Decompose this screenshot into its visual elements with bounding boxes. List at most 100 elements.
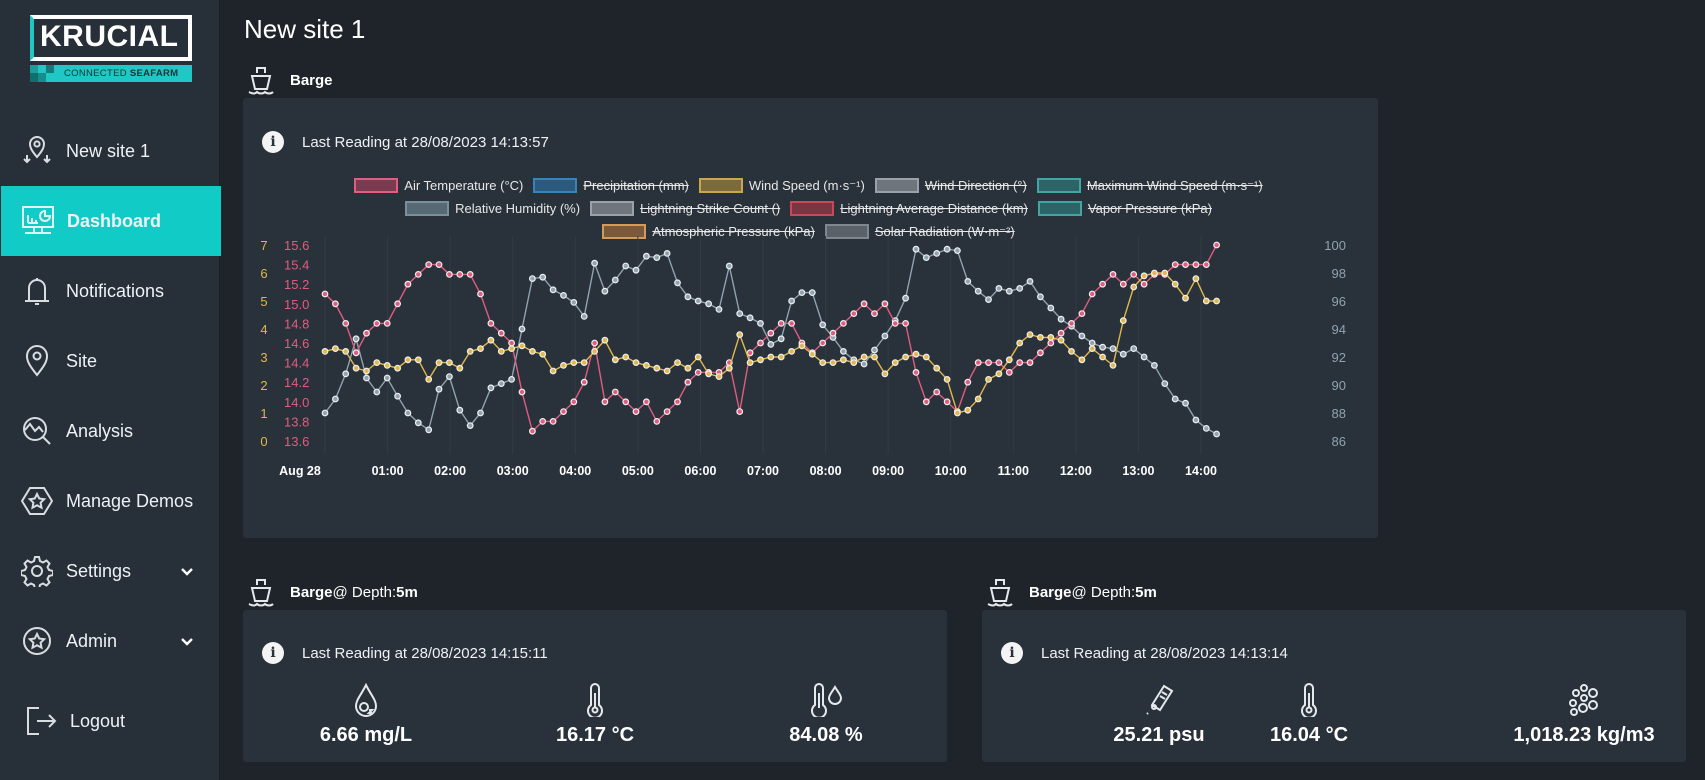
legend-label: Relative Humidity (%) (455, 201, 581, 216)
data-point (850, 359, 858, 367)
weather-line-chart: Aug 28 01:00 02:00 03:00 04:00 05:00 06:00 07:0… (260, 236, 1346, 478)
last-reading-row: i Last Reading at 28/08/2023 14:13:57 (262, 131, 549, 153)
data-point (663, 408, 671, 416)
legend-item[interactable]: Lightning Strike Count () (590, 201, 780, 216)
data-point (860, 353, 868, 361)
data-point (850, 356, 858, 364)
series-line-wind-speed-m-s- (324, 272, 1217, 414)
data-point (1140, 272, 1148, 280)
sidebar-item-settings[interactable]: Settings (0, 536, 220, 606)
data-point (383, 374, 391, 382)
legend-label: Solar Radiation (W·m⁻²) (874, 223, 1015, 239)
data-point (591, 339, 599, 347)
data-point (1047, 339, 1055, 347)
data-point (954, 409, 961, 417)
info-icon[interactable]: i (1001, 642, 1023, 664)
data-point (643, 362, 650, 369)
data-point (632, 359, 640, 367)
data-point (1016, 359, 1024, 367)
data-point (777, 335, 785, 343)
info-icon[interactable]: i (262, 642, 284, 664)
data-point (922, 398, 930, 406)
chevron-down-icon[interactable] (180, 631, 194, 652)
data-point (601, 336, 609, 344)
legend-item[interactable]: Atmospheric Pressure (kPa) (602, 224, 815, 239)
data-point (591, 347, 599, 355)
depth-label: @ Depth: (332, 583, 397, 601)
sidebar-item-admin[interactable]: Admin (0, 606, 220, 676)
data-point (1068, 347, 1075, 355)
krucial-logo[interactable]: KRUCIAL CONNECTED SEAFARM (30, 15, 192, 83)
data-point (1109, 345, 1117, 353)
temperature-axis-tick: 14.6 (284, 336, 309, 351)
data-point (746, 359, 754, 367)
legend-item[interactable]: Solar Radiation (W·m⁻²) (824, 223, 1015, 240)
data-point (860, 300, 868, 308)
legend-item[interactable]: Relative Humidity (%) (405, 201, 580, 216)
legend-item[interactable]: Maximum Wind Speed (m·s⁻¹) (1036, 178, 1263, 194)
temperature-axis-tick: 14.8 (284, 316, 309, 331)
sidebar: KRUCIAL CONNECTED SEAFARM New site 1 Das… (0, 0, 221, 780)
data-point (549, 367, 557, 375)
data-point (1026, 359, 1034, 367)
data-point (891, 359, 899, 367)
info-icon[interactable]: i (262, 131, 284, 153)
data-point (840, 319, 847, 327)
legend-label: Lightning Average Distance (km) (840, 201, 1028, 216)
legend-label: Air Temperature (°C) (404, 178, 524, 193)
data-point (560, 291, 567, 299)
data-point (1037, 333, 1044, 341)
legend-item[interactable]: Precipitation (mm) (533, 178, 689, 193)
sidebar-item-dashboard[interactable]: Dashboard (1, 186, 221, 256)
ship-icon (248, 579, 274, 607)
data-point (477, 409, 484, 417)
data-point (954, 247, 961, 255)
sidebar-item-manage-demos[interactable]: Manage Demos (0, 466, 220, 536)
barge-weather-card: i Last Reading at 28/08/2023 14:13:57 Ai… (243, 98, 1378, 538)
data-point (373, 388, 381, 396)
last-reading-row: i Last Reading at 28/08/2023 14:13:14 (1001, 642, 1288, 664)
legend-label: Lightning Strike Count () (640, 201, 781, 216)
data-point (653, 254, 661, 262)
x-tick-label: 01:00 (372, 464, 404, 478)
sidebar-item-label: Site (66, 350, 98, 371)
legend-swatch (590, 201, 635, 216)
data-point (373, 319, 381, 327)
data-point (1026, 331, 1034, 339)
x-tick-label: 14:00 (1185, 464, 1217, 478)
legend-item[interactable]: Wind Direction (°) (874, 178, 1027, 193)
legend-item[interactable]: Lightning Average Distance (km) (790, 201, 1028, 216)
sidebar-item-label: Settings (66, 560, 132, 581)
wind-axis-tick: 3 (260, 350, 267, 365)
data-point (1088, 339, 1096, 347)
sidebar-item-logout[interactable]: Logout (0, 686, 220, 756)
data-point (611, 388, 619, 396)
data-point (798, 339, 806, 347)
density-bubbles-icon (1484, 680, 1684, 720)
data-point (1047, 304, 1055, 312)
data-point (632, 408, 640, 416)
sidebar-item-site[interactable]: Site (0, 326, 220, 396)
data-point (705, 370, 713, 378)
legend-item[interactable]: Wind Speed (m·s⁻¹) (698, 178, 865, 194)
data-point (580, 378, 588, 386)
chart-legend: Air Temperature (°C) Precipitation (mm) Wi… (235, 174, 1382, 243)
temperature-axis-tick: 14.4 (284, 356, 309, 371)
metric-value: 6.66 mg/L (319, 724, 413, 746)
data-point (705, 300, 713, 308)
data-point (331, 395, 339, 403)
sidebar-item-new-site-1[interactable]: New site 1 (0, 116, 220, 186)
sidebar-item-label: Analysis (66, 420, 134, 441)
legend-item[interactable]: Vapor Pressure (kPa) (1037, 201, 1212, 216)
chevron-down-icon[interactable] (180, 561, 194, 582)
data-point (342, 370, 350, 378)
sidebar-item-notifications[interactable]: Notifications (0, 256, 220, 326)
legend-item[interactable]: Air Temperature (°C) (354, 178, 523, 193)
data-point (1192, 261, 1200, 269)
data-point (715, 369, 723, 376)
sidebar-item-analysis[interactable]: Analysis (0, 396, 220, 466)
data-point (352, 349, 360, 357)
data-point (425, 261, 433, 269)
data-point (342, 319, 350, 327)
sidebar-item-label: New site 1 (66, 140, 151, 161)
